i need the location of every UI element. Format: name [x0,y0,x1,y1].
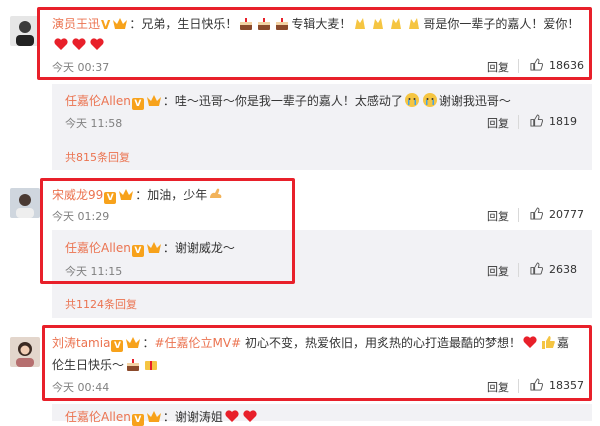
highlight-box [40,178,295,284]
more-replies-link[interactable]: 共1124条回复 [65,296,137,312]
like-button[interactable]: 1819 [530,114,577,128]
reply-author-name[interactable]: 任嘉伦Allen [65,410,131,424]
like-count: 20777 [549,208,584,221]
reply-button[interactable]: 回复 [487,263,509,279]
verified-v-icon: V [131,98,144,110]
avatar-wangxun[interactable] [10,16,40,46]
reply-time: 今天 11:58 [65,117,123,130]
reply-3-line: 任嘉伦Allen V ：谢谢涛姐 [65,408,259,426]
reply-text: ：哇～迅哥～你是我一辈子的嘉人！太感动了 [162,94,403,108]
reply-author-name[interactable]: 任嘉伦Allen [65,94,131,108]
reply-button[interactable]: 回复 [487,115,509,131]
like-icon [530,114,543,127]
crown-icon [146,95,161,106]
crying-face-icon [404,93,419,107]
heart-icon [225,410,239,422]
more-replies-link[interactable]: 共815条回复 [65,149,130,165]
avatar-liutao[interactable] [10,337,40,367]
divider [518,208,519,222]
reply-text: 谢谢我迅哥～ [438,94,511,108]
highlight-box [37,7,592,80]
crown-icon [146,411,161,422]
avatar-songweilong[interactable] [10,188,40,218]
divider [518,263,519,277]
like-icon [530,262,543,275]
reply-text: ：谢谢涛姐 [162,410,223,424]
like-button[interactable]: 20777 [530,207,584,221]
reply-button[interactable]: 回复 [487,208,509,224]
heart-icon [243,410,257,422]
like-button[interactable]: 2638 [530,262,577,276]
divider [518,115,519,129]
highlight-box [42,325,592,401]
verified-v-icon: V [131,414,144,426]
like-count: 2638 [549,263,577,276]
like-count: 1819 [549,115,577,128]
like-icon [530,207,543,220]
crying-face-icon [422,93,437,107]
reply-1-line: 任嘉伦Allen V ：哇～迅哥～你是我一辈子的嘉人！太感动了 谢谢我迅哥～ [65,92,511,110]
